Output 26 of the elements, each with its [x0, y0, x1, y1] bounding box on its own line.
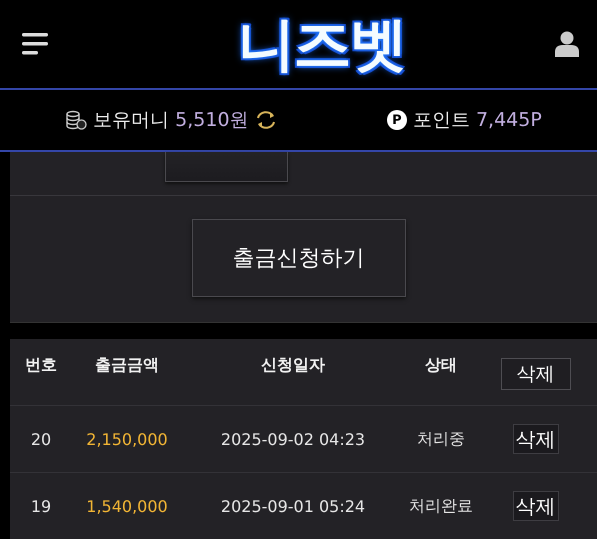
points-value: 7,445P [476, 109, 542, 131]
row-number: 19 [30, 496, 52, 516]
column-header: 신청일자 [261, 355, 325, 376]
coins-icon [65, 110, 88, 130]
delete-button[interactable]: 삭제 [512, 491, 558, 521]
request-date: 2025-09-01 05:24 [220, 496, 366, 516]
points-badge: P [386, 110, 407, 130]
user-icon[interactable] [555, 31, 579, 57]
request-date: 2025-09-02 04:23 [220, 430, 366, 448]
column-header: 상태 [425, 355, 457, 376]
money-value: 5,510원 [175, 108, 249, 133]
column-header: 출금금액 [95, 355, 159, 376]
status-text: 처리중 [417, 428, 465, 450]
withdraw-amount: 1,540,000 [86, 496, 168, 516]
money-label: 보유머니 [93, 108, 170, 133]
delete-all-button[interactable]: 삭제 [500, 358, 570, 390]
refresh-icon[interactable] [254, 110, 277, 130]
row-number: 20 [30, 430, 52, 448]
points-label: 포인트 [412, 108, 470, 133]
withdraw-amount: 2,150,000 [86, 430, 168, 448]
logo[interactable]: 니즈벳 [238, 15, 406, 73]
menu-icon[interactable] [22, 33, 48, 55]
withdraw-request-button[interactable]: 출금신청하기 [192, 219, 406, 297]
status-text: 처리완료 [409, 496, 473, 516]
column-header: 번호 [25, 355, 57, 376]
delete-button[interactable]: 삭제 [512, 424, 558, 454]
